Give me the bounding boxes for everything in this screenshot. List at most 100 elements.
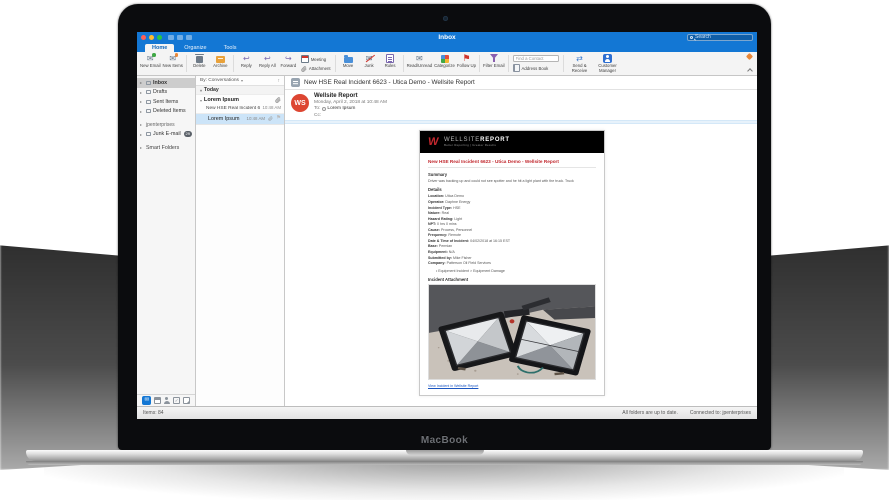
detail-label: Incident Type: xyxy=(428,206,452,210)
ribbon-divider xyxy=(335,55,336,72)
new-email-icon xyxy=(147,54,154,63)
disclosure-triangle-icon[interactable]: ▸ xyxy=(140,109,144,114)
disclosure-triangle-icon[interactable]: ▸ xyxy=(140,90,144,95)
detail-value: 0 hrs 0 mins xyxy=(437,222,457,226)
reply-all-button[interactable]: Reply All xyxy=(257,53,278,74)
archive-button[interactable]: Archive xyxy=(210,53,231,74)
sidebar-item-account[interactable]: ▸ jpenterprises xyxy=(137,120,195,130)
inbox-icon xyxy=(146,81,151,85)
paperclip-icon xyxy=(301,66,307,72)
forward-icon xyxy=(285,54,292,63)
move-button[interactable]: Move xyxy=(338,53,359,74)
junk-button[interactable]: Junk xyxy=(359,53,380,74)
new-email-button[interactable]: New Email xyxy=(139,53,162,74)
flag-outline-icon[interactable]: ⚑ xyxy=(276,116,281,122)
disclosure-triangle-icon[interactable]: ▸ xyxy=(140,99,144,104)
sidebar-item-drafts[interactable]: ▸ Drafts xyxy=(137,88,195,98)
conversation-item[interactable]: ▾ Lorem Ipsum New HSE Real Incident 6623… xyxy=(196,95,284,114)
summary-text: Driver was backing up and could not see … xyxy=(428,179,596,184)
status-bar: Items: 84 All folders are up to date. Co… xyxy=(137,406,757,419)
junk-folder-icon xyxy=(146,132,151,136)
message-body: WELLSITEREPORT Better Reporting | Greate… xyxy=(285,124,757,406)
reply-all-icon xyxy=(264,54,271,63)
categorize-button[interactable]: Categorize xyxy=(433,53,456,74)
search-input[interactable] xyxy=(695,34,750,40)
sidebar-item-deleted-items[interactable]: ▸ Deleted Items xyxy=(137,107,195,117)
incident-photo[interactable] xyxy=(428,284,596,380)
tab-organize[interactable]: Organize xyxy=(177,44,213,53)
people-module-icon[interactable] xyxy=(163,397,170,404)
tasks-module-icon[interactable] xyxy=(173,397,180,404)
zoom-button[interactable] xyxy=(157,35,162,40)
sender-avatar: WS xyxy=(291,94,309,112)
ribbon-divider xyxy=(186,55,187,72)
detail-value: Process, Personnel xyxy=(441,228,472,232)
find-contact-input[interactable] xyxy=(513,55,559,62)
redo-icon[interactable] xyxy=(177,35,183,40)
rules-button[interactable]: Rules xyxy=(380,53,401,74)
main-content: ▸ Inbox ▸ Drafts ▸ Sent Items xyxy=(137,76,757,406)
message-list-pane: By: Conversations ▾ ↑ ▾ Today ▾ Lorem Ip… xyxy=(196,76,285,406)
minimize-button[interactable] xyxy=(149,35,154,40)
undo-icon[interactable] xyxy=(168,35,174,40)
calendar-module-icon[interactable] xyxy=(154,397,161,404)
close-button[interactable] xyxy=(141,35,146,40)
sidebar-item-sent-items[interactable]: ▸ Sent Items xyxy=(137,97,195,107)
disclosure-triangle-icon[interactable]: ▸ xyxy=(140,145,144,150)
disclosure-triangle-icon[interactable]: ▸ xyxy=(140,122,144,127)
message-date: Monday, April 2, 2018 at 10:48 AM xyxy=(314,100,387,105)
macbook-mockup: Inbox Home Organize Tools New Email xyxy=(0,0,889,504)
detail-label: Location: xyxy=(428,194,444,198)
sidebar-item-smart-folders[interactable]: ▸ Smart Folders xyxy=(137,143,195,153)
reply-button[interactable]: Reply xyxy=(236,53,257,74)
macbook-base xyxy=(26,450,863,461)
conversation-disclosure-icon[interactable]: ▾ xyxy=(200,98,202,103)
meeting-button[interactable]: Meeting xyxy=(301,55,331,63)
new-items-button[interactable]: New Items xyxy=(162,53,184,74)
view-incident-link[interactable]: View Incident in Wellsite Report xyxy=(428,384,478,388)
archive-icon xyxy=(216,56,225,63)
attachment-button[interactable]: Attachment xyxy=(301,66,331,72)
tab-home[interactable]: Home xyxy=(145,44,174,53)
filter-email-button[interactable]: Filter Email xyxy=(482,53,506,74)
ribbon-divider xyxy=(403,55,404,72)
quick-actions-icon[interactable] xyxy=(186,35,192,40)
cc-label: Cc: xyxy=(314,113,387,118)
search-field[interactable] xyxy=(687,34,753,41)
disclosure-triangle-icon[interactable]: ▸ xyxy=(140,80,144,85)
read-unread-button[interactable]: Read/Unread xyxy=(406,53,434,74)
detail-value: Permian xyxy=(439,244,452,248)
window-titlebar: Inbox xyxy=(137,32,757,42)
customer-manager-button[interactable]: Customer Manager xyxy=(594,53,622,74)
detail-value: Light xyxy=(454,217,462,221)
tab-tools[interactable]: Tools xyxy=(217,44,244,53)
detail-value: N/A xyxy=(449,250,455,254)
group-disclosure-icon[interactable]: ▾ xyxy=(200,88,202,93)
sort-direction-icon[interactable]: ↑ xyxy=(278,78,281,84)
meeting-attachment-stack: Meeting Attachment xyxy=(299,53,333,74)
to-label: To: xyxy=(314,106,320,111)
send-receive-button[interactable]: Send & Receive xyxy=(566,53,594,74)
webcam-icon xyxy=(443,16,448,21)
addin-icon[interactable] xyxy=(746,53,753,60)
forward-button[interactable]: Forward xyxy=(278,53,299,74)
message-header: WS Wellsite Report Monday, April 2, 2018… xyxy=(285,90,757,120)
lid-notch xyxy=(406,450,484,455)
attachment-indicator-icon xyxy=(275,97,281,103)
mail-module-icon[interactable] xyxy=(142,396,151,405)
sidebar-item-inbox[interactable]: ▸ Inbox xyxy=(137,78,195,88)
notes-module-icon[interactable] xyxy=(183,397,190,404)
group-header-today[interactable]: ▾ Today xyxy=(196,86,284,95)
send-receive-icon xyxy=(576,54,583,63)
recipient-name[interactable]: Lorem Ipsum xyxy=(327,106,355,111)
window-title: Inbox xyxy=(137,34,757,41)
address-book-button[interactable]: Address Book xyxy=(513,64,559,72)
collapse-ribbon-chevron-icon[interactable] xyxy=(747,68,753,74)
delete-button[interactable]: Delete xyxy=(189,53,210,74)
sort-header[interactable]: By: Conversations ▾ ↑ xyxy=(196,76,284,86)
items-count: Items: 84 xyxy=(143,410,164,416)
follow-up-button[interactable]: Follow Up xyxy=(456,53,477,74)
sidebar-item-junk[interactable]: ▸ Junk E-mail 29 xyxy=(137,130,195,140)
message-item-selected[interactable]: Lorem Ipsum 10:48 AM ⚑ xyxy=(196,114,284,125)
disclosure-triangle-icon[interactable]: ▸ xyxy=(140,132,144,137)
